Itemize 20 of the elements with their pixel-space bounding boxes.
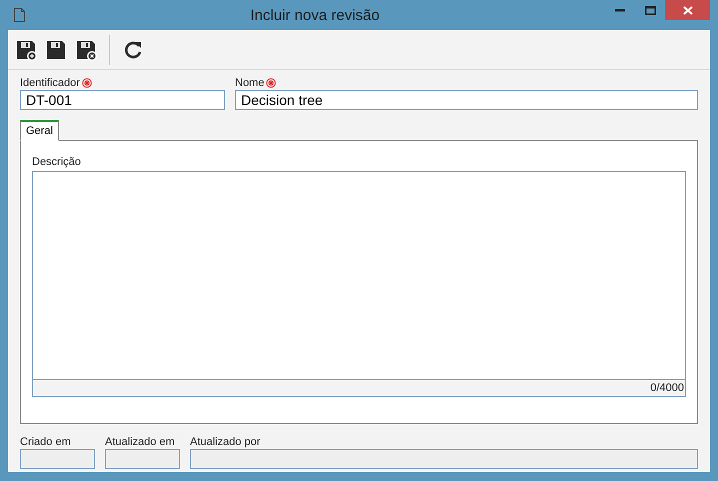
close-button[interactable]	[665, 0, 710, 20]
text-field[interactable]: Decision tree	[235, 90, 698, 110]
text-field[interactable]	[105, 449, 180, 469]
field-label: Nome	[235, 76, 698, 90]
tab[interactable]: Geral	[20, 120, 59, 141]
field-label: Criado em	[20, 435, 72, 449]
character-counter: 0/4000	[33, 379, 685, 396]
text-field[interactable]	[20, 449, 95, 469]
description-field[interactable]: 0/4000	[32, 171, 686, 397]
maximize-icon	[644, 6, 656, 14]
minimize-icon	[615, 8, 625, 12]
field-label: Atualizado em	[105, 435, 176, 449]
field-label: Atualizado por	[190, 435, 262, 449]
field-label: Descrição	[32, 155, 82, 169]
text-field[interactable]: DT-001	[20, 90, 225, 110]
window-title: Incluir nova revisão	[249, 6, 381, 24]
document-icon	[14, 8, 25, 22]
field-label: Identificador	[20, 76, 225, 90]
close-icon	[682, 6, 692, 14]
text-field[interactable]	[190, 449, 698, 469]
